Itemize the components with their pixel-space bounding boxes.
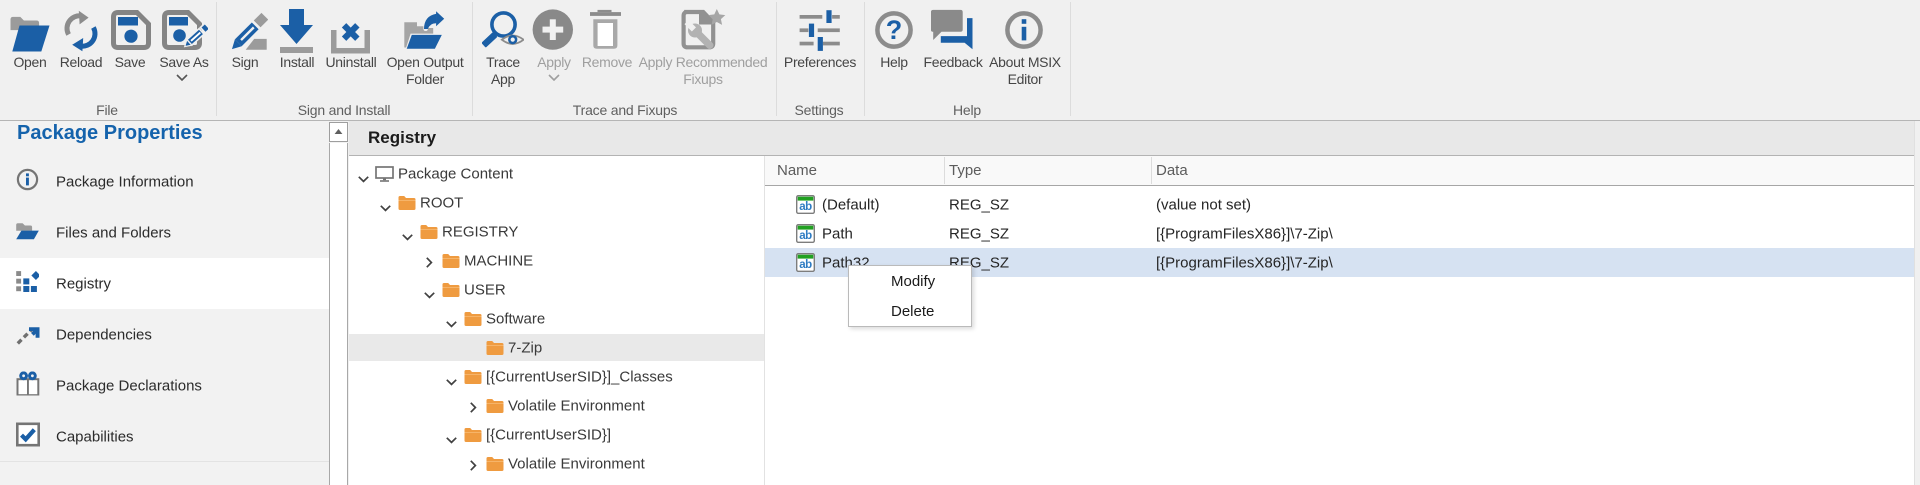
- svg-text:ab: ab: [799, 201, 812, 213]
- svg-text:ab: ab: [799, 230, 812, 242]
- svg-text:ab: ab: [799, 259, 812, 271]
- svg-text:?: ?: [886, 15, 903, 45]
